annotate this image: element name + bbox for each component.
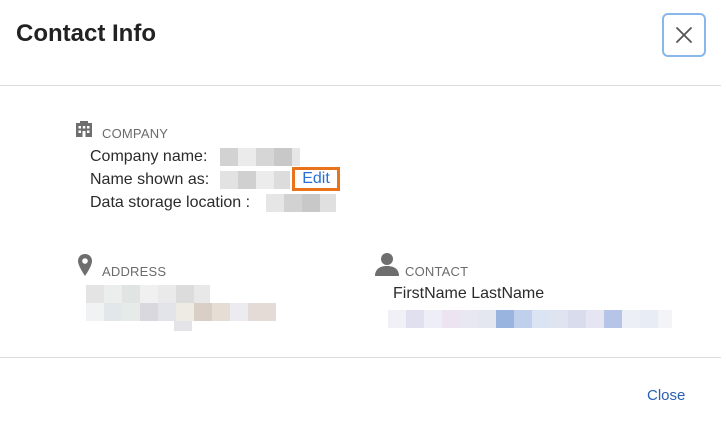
company-name-value — [220, 148, 300, 166]
close-icon — [676, 27, 692, 43]
footer-divider — [0, 357, 721, 358]
data-storage-value — [266, 194, 336, 212]
dialog-title: Contact Info — [16, 20, 156, 47]
contact-section-label: CONTACT — [405, 264, 469, 279]
data-storage-label: Data storage location : — [90, 194, 251, 211]
building-icon — [75, 120, 93, 143]
person-icon — [374, 252, 400, 281]
close-button[interactable]: Close — [647, 387, 685, 404]
name-shown-as-label: Name shown as: — [90, 171, 210, 188]
company-name-label: Company name: — [90, 148, 208, 165]
contact-name: FirstName LastName — [393, 285, 545, 302]
address-line-3 — [174, 321, 192, 331]
company-section-label: COMPANY — [102, 126, 169, 141]
address-line-1 — [86, 285, 210, 303]
contact-email-value — [388, 310, 672, 328]
address-section-label: ADDRESS — [102, 264, 167, 279]
location-pin-icon — [77, 253, 93, 282]
close-dialog-button[interactable] — [662, 13, 706, 57]
address-line-2 — [86, 303, 276, 321]
name-shown-as-value — [220, 171, 290, 189]
edit-link[interactable]: Edit — [292, 167, 340, 191]
dialog-header: Contact Info — [0, 0, 721, 86]
